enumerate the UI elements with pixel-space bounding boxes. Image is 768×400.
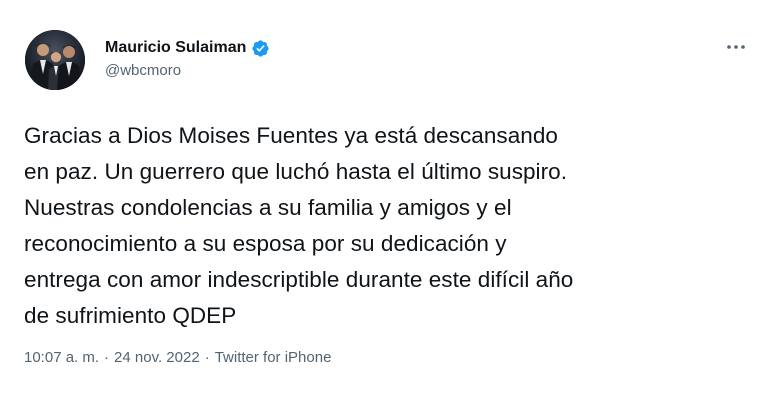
tweet-time[interactable]: 10:07 a. m. <box>24 349 99 366</box>
tweet-source[interactable]: Twitter for iPhone <box>215 349 332 366</box>
more-options-button[interactable] <box>718 35 754 59</box>
tweet-text: Gracias a Dios Moises Fuentes ya está de… <box>24 123 574 328</box>
avatar[interactable] <box>25 30 85 90</box>
more-options-icon <box>727 45 745 49</box>
meta-separator: · <box>204 349 210 366</box>
author-name-row: Mauricio Sulaiman <box>105 37 270 59</box>
author-display-name[interactable]: Mauricio Sulaiman <box>105 39 246 57</box>
tweet-metadata: 10:07 a. m. · 24 nov. 2022 · Twitter for… <box>24 349 331 366</box>
author-handle[interactable]: @wbcmoro <box>105 62 181 79</box>
meta-separator: · <box>104 349 110 366</box>
profile-photo-icon <box>25 30 85 90</box>
verified-badge-icon <box>252 39 269 57</box>
tweet-card: Mauricio Sulaiman @wbcmoro Gracias a Dio… <box>0 0 768 400</box>
tweet-date[interactable]: 24 nov. 2022 <box>114 349 200 366</box>
